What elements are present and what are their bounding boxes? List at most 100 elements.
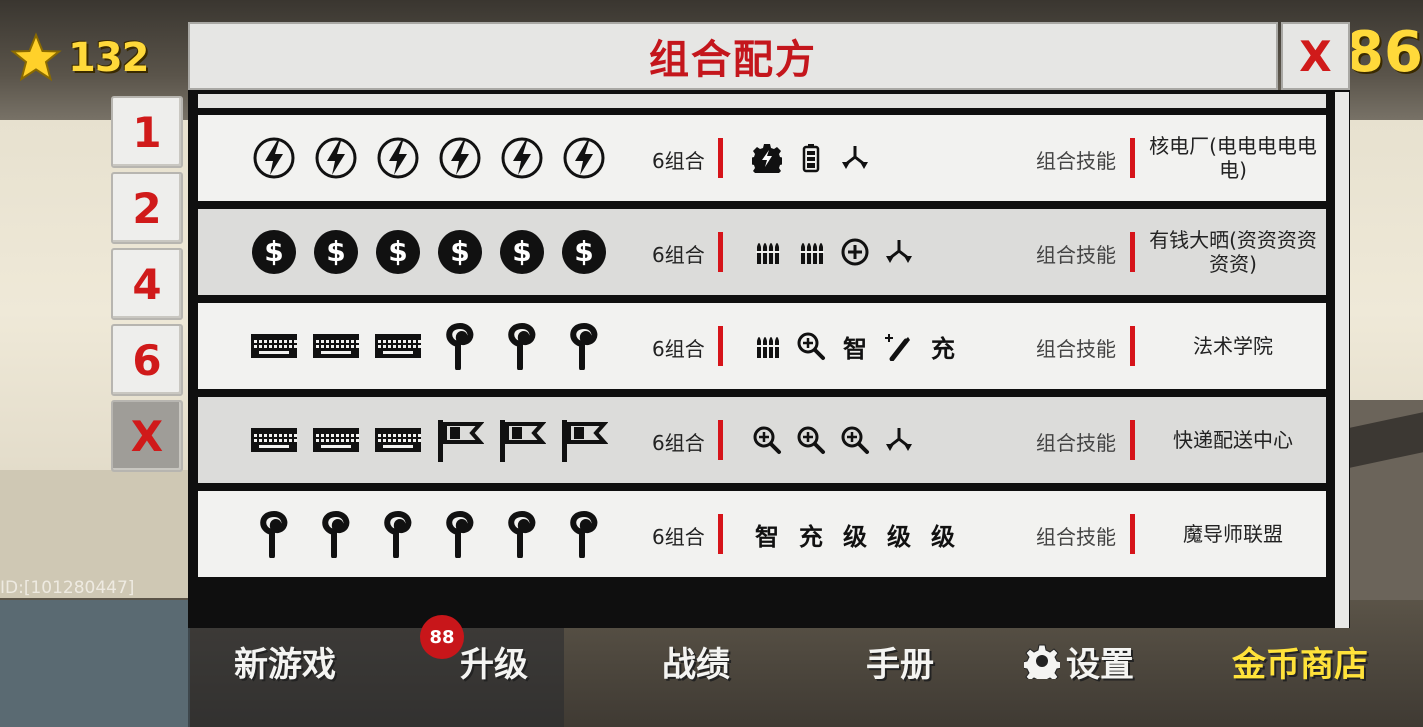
keyboard-icon [250,322,298,370]
combo-skill-name: 法术学院 [1193,334,1273,358]
combo-skill-name: 魔导师联盟 [1183,522,1283,546]
effect-glyph: 级 [931,521,955,551]
recipe-units [250,397,608,483]
recipe-effects: 智充级级级 [752,491,958,577]
background-block [0,600,190,727]
lightning-icon [312,134,360,182]
star-icon [10,32,62,82]
gear-icon [1024,644,1060,679]
zoom-in-icon [796,420,826,460]
recipe-effects [752,209,914,295]
recipe-list[interactable]: 6组合 组合技能 核电厂(电电电电电电) $ $ $ $ $ $6组合 组合技能 有钱大晒(资资资资… [198,115,1326,585]
recipe-row[interactable]: 6组合智充组合技能 法术学院 [198,303,1326,389]
ammo-icon [752,326,782,366]
recipe-units [250,115,608,201]
filter-clear-button[interactable]: X [111,400,183,472]
effect-glyph: 充 [931,333,955,363]
combo-skill-label: 组合技能 [1036,337,1116,361]
combo-count-label: 6组合 [652,431,705,455]
dollar-icon: $ [374,228,422,276]
star-counter: 132 [10,32,149,84]
dollar-icon: $ [312,228,360,276]
coin-count: 686 [1352,20,1423,85]
staff-icon [374,510,422,558]
filter-button-6[interactable]: 6 [111,324,183,396]
keyboard-icon [250,416,298,464]
plus-circle-icon [840,232,870,272]
zoom-in-icon [840,420,870,460]
zoom-in-icon [796,326,826,366]
dollar-icon: $ [498,228,546,276]
split-icon [884,420,914,460]
recipe-row[interactable]: $ $ $ $ $ $6组合 组合技能 有钱大晒(资资资资资资) [198,209,1326,295]
effect-glyph: 充 [799,521,823,551]
filter-button-4[interactable]: 4 [111,248,183,320]
keyboard-icon [374,322,422,370]
combo-skill-label: 组合技能 [1036,243,1116,267]
nav-coin-shop[interactable]: 金币商店 [1232,628,1368,694]
combo-count-label: 6组合 [652,149,705,173]
dollar-icon: $ [250,228,298,276]
bottom-nav: 新游戏 升级 战绩 手册 设置 金币商店 [190,628,1423,694]
wand-icon [884,326,914,366]
svg-text:$: $ [512,235,531,268]
nav-settings[interactable]: 设置 [1024,628,1134,694]
combo-skill-name: 有钱大晒(资资资资资资) [1149,228,1317,276]
effect-glyph: 智 [755,521,779,551]
divider-bar [718,138,723,178]
battery-icon [796,138,826,178]
lightning-icon [560,134,608,182]
combo-count-label: 6组合 [652,337,705,361]
effect-glyph: 级 [887,521,911,551]
keyboard-icon [374,416,422,464]
nav-upgrade[interactable]: 升级 [460,628,528,694]
effect-glyph: 智 [843,333,867,363]
recipe-row-partial [198,94,1326,108]
combo-skill-name: 核电厂(电电电电电电) [1149,134,1317,182]
effect-glyph: 级 [843,521,867,551]
divider-bar [1130,326,1135,366]
ammo-icon [752,232,782,272]
combo-skill-name: 快递配送中心 [1173,428,1293,452]
divider-bar [718,232,723,272]
staff-icon [312,510,360,558]
dollar-icon: $ [560,228,608,276]
recipe-units: $ $ $ $ $ $ [250,209,608,295]
combo-skill-label: 组合技能 [1036,431,1116,455]
recipe-row[interactable]: 6组合 组合技能 快递配送中心 [198,397,1326,483]
svg-text:$: $ [264,235,283,268]
staff-icon [250,510,298,558]
svg-text:$: $ [326,235,345,268]
recipe-row[interactable]: 6组合智充级级级组合技能 魔导师联盟 [198,491,1326,577]
dollar-icon: $ [436,228,484,276]
combo-skill-label: 组合技能 [1036,149,1116,173]
nav-record[interactable]: 战绩 [662,628,730,694]
upgrade-badge: 88 [420,615,464,659]
keyboard-icon [312,322,360,370]
divider-bar [1130,232,1135,272]
dialog-title: 组合配方 [649,37,817,83]
nav-manual[interactable]: 手册 [866,628,934,694]
recipe-effects: 智充 [752,303,958,389]
dialog-close-button[interactable]: X [1281,22,1350,90]
filter-button-2[interactable]: 2 [111,172,183,244]
nav-new-game[interactable]: 新游戏 [234,628,336,694]
divider-bar [718,326,723,366]
divider-bar [1130,420,1135,460]
flag-icon [560,416,608,464]
recipe-effects [752,115,870,201]
lightning-icon [498,134,546,182]
filter-button-1[interactable]: 1 [111,96,183,168]
scrollbar[interactable] [1335,92,1349,628]
star-count: 132 [68,35,149,81]
staff-icon [560,510,608,558]
ammo-icon [796,232,826,272]
staff-icon [436,510,484,558]
recipe-effects [752,397,914,483]
keyboard-icon [312,416,360,464]
split-icon [884,232,914,272]
combo-count-label: 6组合 [652,525,705,549]
gear-bolt-icon [752,138,782,178]
player-id-text: ID:[101280447] [0,578,135,598]
recipe-row[interactable]: 6组合 组合技能 核电厂(电电电电电电) [198,115,1326,201]
